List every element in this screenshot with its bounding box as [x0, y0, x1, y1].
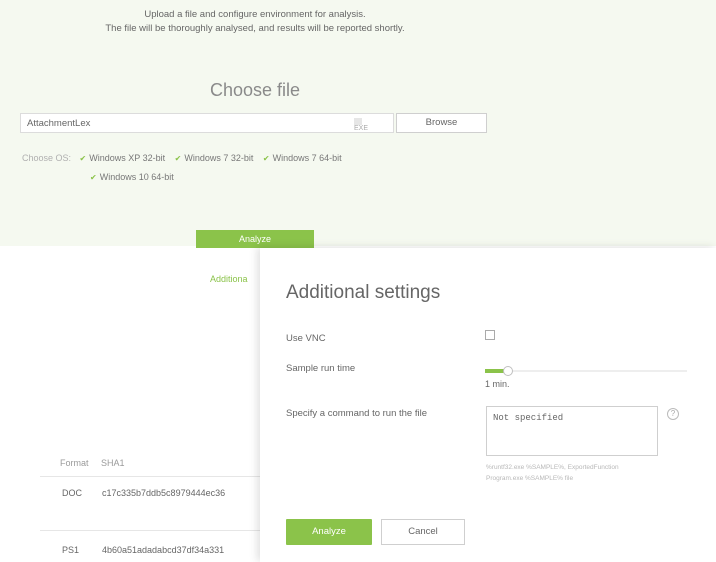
cell-sha1: c17c335b7ddb5c8979444ec36	[102, 488, 226, 498]
intro-line-1: Upload a file and configure environment …	[144, 9, 366, 20]
additional-settings-link[interactable]: Additiona	[210, 274, 248, 284]
hint-line-1: %runtf32.exe %SAMPLE%, ExportedFunction	[486, 464, 619, 471]
file-extension-hint: EXE	[354, 118, 368, 132]
cell-format: PS1	[62, 545, 80, 555]
check-icon: ✔	[90, 173, 97, 182]
choose-file-title: Choose file	[209, 80, 301, 100]
dialog-title: Additional settings	[286, 282, 441, 303]
use-vnc-label: Use VNC	[286, 333, 326, 344]
additional-settings-dialog: Additional settings Use VNC Sample run t…	[260, 248, 716, 562]
table-row[interactable]: DOC c17c335b7ddb5c8979444ec36	[62, 488, 225, 498]
os-options-row: Choose OS: ✔ Windows XP 32-bit ✔ Windows 7…	[22, 153, 349, 163]
divider	[40, 476, 260, 477]
file-extension-label: EXE	[354, 125, 369, 133]
os-options-row-2: ✔ Windows 10 64-bit	[90, 172, 181, 182]
intro-line-2: The file will be thoroughly analysed, an…	[105, 23, 405, 34]
sample-run-time-label: Sample run time	[286, 363, 356, 374]
check-icon: ✔	[79, 154, 87, 163]
sample-run-time-slider[interactable]	[485, 366, 687, 376]
check-icon: ✔	[174, 154, 182, 163]
slider-track	[485, 370, 687, 372]
file-type-icon	[354, 118, 362, 125]
dialog-analyze-button[interactable]: Analyze	[286, 519, 372, 545]
os-option-label: Windows 7 64-bit	[272, 153, 342, 163]
command-hint: %runtf32.exe %SAMPLE%, ExportedFunction …	[486, 462, 686, 484]
check-icon: ✔	[262, 154, 270, 163]
slider-handle[interactable]	[503, 366, 513, 376]
results-table-header: Format SHA1	[60, 458, 125, 468]
os-option-label: Windows 7 32-bit	[184, 153, 254, 163]
os-option-label: Windows XP 32-bit	[89, 153, 166, 163]
column-header-format: Format	[60, 458, 89, 468]
hint-line-2: Program.exe %SAMPLE% file	[486, 475, 574, 482]
help-icon[interactable]: ?	[667, 408, 679, 420]
slider-fill	[485, 369, 505, 373]
intro-text: Upload a file and configure environment …	[0, 8, 510, 36]
use-vnc-checkbox[interactable]	[485, 330, 495, 340]
analyze-button[interactable]: Analyze	[196, 230, 314, 248]
os-option-win7-64[interactable]: ✔ Windows 7 64-bit	[263, 153, 342, 163]
table-row[interactable]: PS1 4b60a51adadabcd37df34a331	[62, 545, 224, 555]
browse-button[interactable]: Browse	[396, 113, 487, 133]
file-name-field[interactable]: AttachmentLex	[20, 113, 394, 133]
divider	[40, 530, 260, 531]
command-input[interactable]: Not specified	[486, 406, 658, 456]
os-option-win7-32[interactable]: ✔ Windows 7 32-bit	[175, 153, 254, 163]
os-option-label: Windows 10 64-bit	[99, 172, 174, 182]
os-label: Choose OS:	[22, 153, 72, 163]
column-header-sha1: SHA1	[101, 458, 125, 468]
os-option-winxp-32[interactable]: ✔ Windows XP 32-bit	[80, 153, 166, 163]
cell-format: DOC	[62, 488, 82, 498]
os-option-win10-64[interactable]: ✔ Windows 10 64-bit	[90, 172, 174, 182]
upload-panel: Upload a file and configure environment …	[0, 0, 716, 246]
cell-sha1: 4b60a51adadabcd37df34a331	[102, 545, 225, 555]
sample-run-time-value: 1 min.	[485, 379, 510, 389]
dialog-cancel-button[interactable]: Cancel	[381, 519, 465, 545]
command-label: Specify a command to run the file	[286, 408, 427, 419]
